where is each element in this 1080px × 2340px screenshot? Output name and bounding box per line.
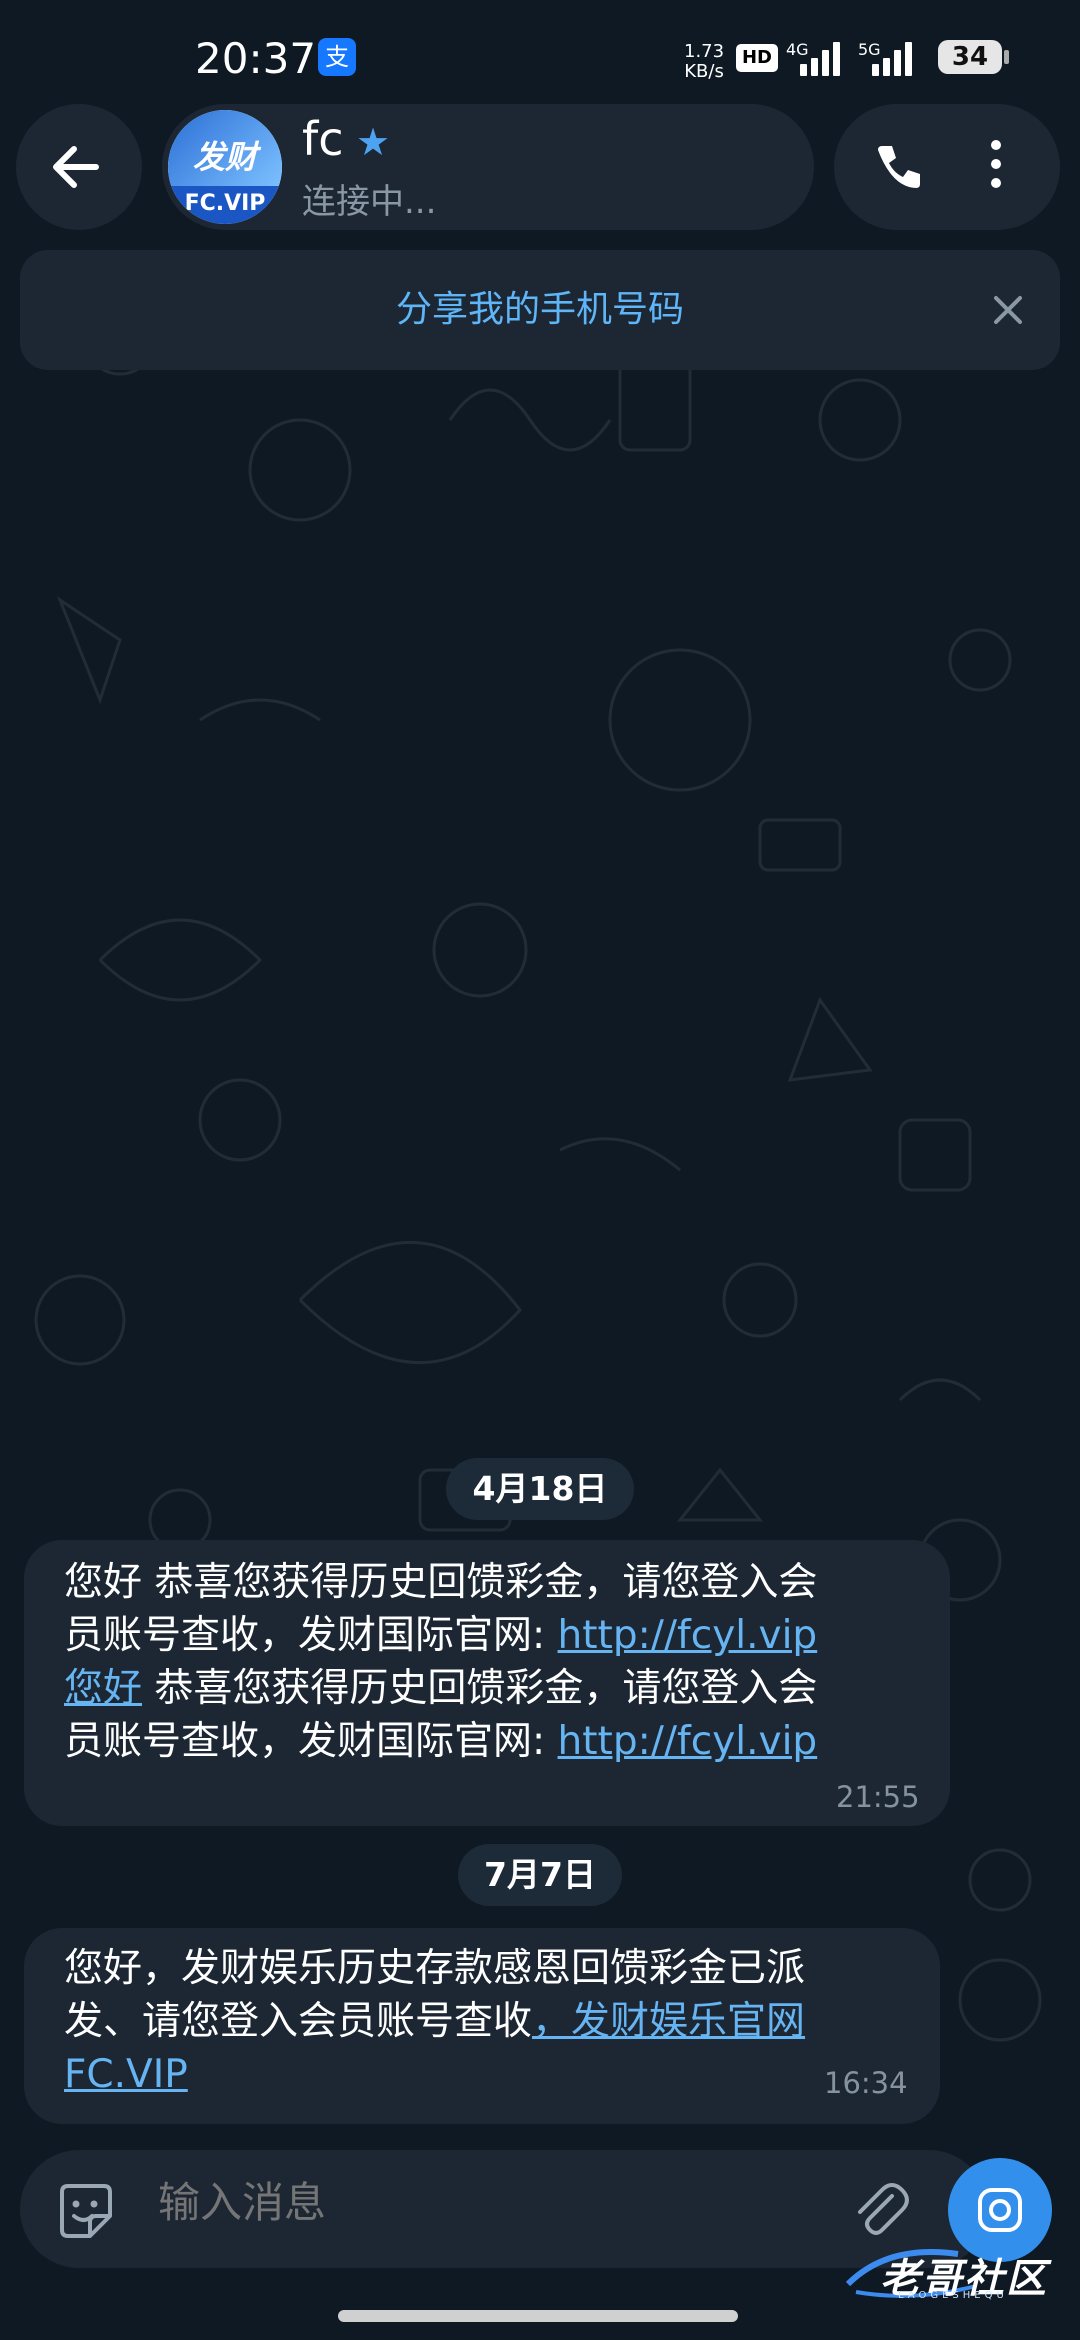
watermark-subtext: LAOGESHEQU <box>898 2290 1008 2301</box>
back-button[interactable] <box>16 104 142 230</box>
sticker-emoji-icon[interactable] <box>54 2180 118 2244</box>
status-bar: 20:37 支 1.73 KB/s HD 4G 5G 34 <box>0 0 1080 100</box>
message-link[interactable]: http://fcyl.vip <box>558 1613 818 1658</box>
message-line-text: 员账号查收，发财国际官网: <box>64 1613 558 1658</box>
date-separator: 4月18日 <box>446 1458 634 1520</box>
message-time: 16:34 <box>824 2066 908 2100</box>
chat-name: fc <box>302 112 344 166</box>
signal-5g-icon <box>872 42 912 76</box>
home-indicator[interactable] <box>338 2310 738 2322</box>
message-line: 发、请您登入会员账号查收，发财娱乐官网 <box>64 1995 805 2048</box>
header-actions <box>834 104 1060 230</box>
message-line: 您好，发财娱乐历史存款感恩回馈彩金已派 <box>64 1946 806 1991</box>
message-bubble[interactable]: 您好，发财娱乐历史存款感恩回馈彩金已派 发、请您登入会员账号查收，发财娱乐官网 … <box>24 1928 940 2124</box>
premium-star-icon: ★ <box>356 120 391 164</box>
signal-4g-icon <box>800 42 840 76</box>
message-link[interactable]: ，发财娱乐官网 <box>532 1999 805 2044</box>
share-phone-banner[interactable]: 分享我的手机号码 <box>20 250 1060 370</box>
message-line: FC.VIP <box>64 2048 188 2101</box>
message-time: 21:55 <box>836 1780 920 1814</box>
close-icon[interactable] <box>980 282 1036 338</box>
message-bubble[interactable]: 您好 恭喜您获得历史回馈彩金，请您登入会 员账号查收，发财国际官网: http:… <box>24 1540 950 1826</box>
message-line-text: 发、请您登入会员账号查收 <box>64 1999 533 2044</box>
message-link[interactable]: 您好 <box>64 1666 142 1711</box>
battery-icon: 34 <box>938 40 1002 74</box>
message-line: 您好 恭喜您获得历史回馈彩金，请您登入会 <box>64 1662 817 1715</box>
message-line: 员账号查收，发财国际官网: http://fcyl.vip <box>64 1609 817 1662</box>
message-link[interactable]: http://fcyl.vip <box>558 1719 818 1764</box>
message-line: 员账号查收，发财国际官网: http://fcyl.vip <box>64 1715 817 1768</box>
message-line-text: 员账号查收，发财国际官网: <box>64 1719 558 1764</box>
share-phone-label: 分享我的手机号码 <box>395 289 684 330</box>
date-separator: 7月7日 <box>458 1844 622 1906</box>
paperclip-icon[interactable] <box>848 2178 912 2242</box>
camera-icon <box>978 2188 1022 2232</box>
avatar-logo-script: 发财 <box>192 138 257 176</box>
status-time: 20:37 <box>195 34 317 83</box>
chat-status: 连接中... <box>302 182 437 222</box>
message-line-text: 恭喜您获得历史回馈彩金，请您登入会 <box>142 1666 818 1711</box>
message-line: 您好 恭喜您获得历史回馈彩金，请您登入会 <box>64 1560 818 1605</box>
avatar[interactable]: 发财 FC.VIP <box>168 110 282 224</box>
phone-icon[interactable] <box>868 140 926 198</box>
network-speed: 1.73 KB/s <box>684 42 724 82</box>
more-vertical-icon[interactable] <box>990 140 1002 196</box>
avatar-logo-caption: FC.VIP <box>168 186 282 224</box>
arrow-left-icon <box>53 146 99 188</box>
alipay-notification-icon: 支 <box>318 38 356 76</box>
message-link[interactable]: FC.VIP <box>64 2052 188 2097</box>
network-speed-unit: KB/s <box>684 61 724 82</box>
message-input[interactable] <box>158 2178 658 2227</box>
hd-voice-badge: HD <box>736 44 778 72</box>
battery-cap <box>1004 50 1009 64</box>
network-speed-value: 1.73 <box>684 41 725 62</box>
